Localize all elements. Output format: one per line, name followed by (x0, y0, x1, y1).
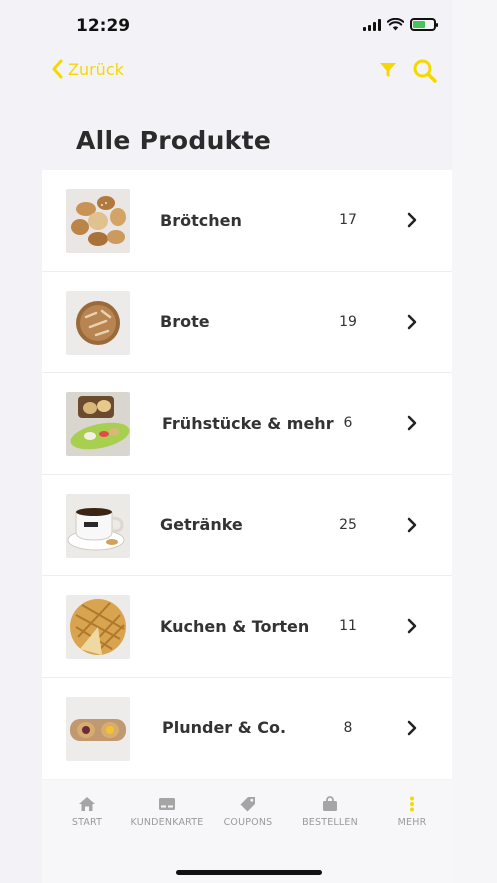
filter-icon (380, 63, 396, 77)
list-item-label: Frühstücke & mehr (162, 413, 334, 433)
list-item-count: 8 (343, 719, 353, 736)
list-item-broetchen[interactable]: Brötchen 17 (42, 170, 452, 272)
card-icon (159, 798, 175, 810)
search-button[interactable] (412, 58, 438, 88)
list-item-fruehstuecke[interactable]: Frühstücke & mehr 6 (42, 373, 452, 475)
pastry-image (66, 696, 130, 761)
chevron-right-icon (407, 517, 417, 532)
list-item-count: 19 (339, 313, 357, 330)
list-item-count: 17 (339, 212, 357, 228)
list-item-label: Brötchen (160, 210, 242, 230)
tab-bestellen[interactable]: BESTELLEN (285, 796, 375, 828)
search-icon (413, 59, 437, 83)
cake-image (66, 595, 130, 659)
list-item-plunder[interactable]: Plunder & Co. 8 (42, 678, 452, 780)
chevron-right-icon (407, 415, 417, 431)
chevron-left-icon (52, 59, 63, 79)
signal-icon (363, 18, 381, 31)
bag-icon (323, 796, 337, 811)
tab-label: COUPONS (223, 817, 273, 828)
tab-mehr[interactable]: MEHR (367, 796, 452, 828)
tab-coupons[interactable]: COUPONS (203, 796, 293, 828)
bread-rolls-image (66, 189, 130, 253)
tab-label: KUNDENKARTE (130, 817, 204, 828)
list-item-label: Kuchen & Torten (160, 616, 310, 636)
chevron-right-icon (407, 618, 417, 634)
status-bar: 12:29 (0, 0, 452, 50)
tab-kundenkarte[interactable]: KUNDENKARTE (122, 796, 212, 828)
list-item-getraenke[interactable]: Getränke 25 (42, 475, 452, 576)
chevron-right-icon (407, 720, 417, 735)
home-indicator (176, 870, 322, 875)
page-title: Alle Produkte (76, 126, 272, 155)
home-icon (79, 797, 95, 811)
chevron-right-icon (407, 314, 417, 329)
coffee-cup-image (66, 493, 130, 558)
status-icons (363, 18, 438, 31)
list-item-label: Brote (160, 312, 210, 331)
nav-bar: Zurück (0, 50, 452, 98)
tab-label: BESTELLEN (302, 817, 358, 828)
battery-icon (410, 18, 438, 31)
category-list: Brötchen 17 Brote 19 Frühstücke & mehr 6… (42, 170, 452, 779)
tab-start[interactable]: START (42, 796, 132, 828)
list-item-count: 6 (343, 415, 353, 431)
list-item-label: Plunder & Co. (162, 718, 287, 737)
more-icon (410, 796, 414, 812)
tag-icon (240, 797, 255, 812)
tab-label: START (71, 817, 103, 828)
background-strip (452, 0, 497, 883)
list-item-brote[interactable]: Brote 19 (42, 272, 452, 373)
back-label: Zurück (68, 59, 124, 79)
filter-button[interactable] (378, 60, 398, 84)
chevron-right-icon (407, 212, 417, 228)
tab-bar: START KUNDENKARTE COUPONS BESTELLEN MEHR (42, 780, 452, 883)
tab-label: MEHR (397, 817, 427, 828)
back-button[interactable]: Zurück (50, 58, 124, 80)
bread-loaf-image (66, 290, 130, 355)
status-time: 12:29 (76, 16, 131, 36)
app-screen: 12:29 Zurück Alle Produkte Brötchen 17 B… (0, 0, 452, 883)
list-item-label: Getränke (160, 515, 243, 534)
list-item-count: 11 (339, 618, 357, 634)
breakfast-image (66, 392, 130, 456)
list-item-kuchen-torten[interactable]: Kuchen & Torten 11 (42, 576, 452, 678)
wifi-icon (387, 18, 404, 31)
list-item-count: 25 (339, 516, 357, 533)
